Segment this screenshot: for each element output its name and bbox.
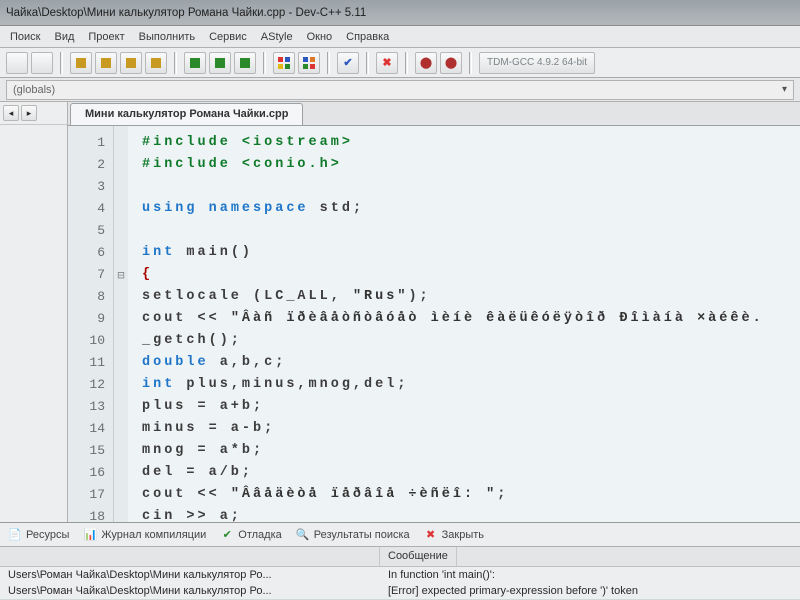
window-title: Чайка\Desktop\Мини калькулятор Романа Ча… [6, 7, 366, 19]
bottom-panel: 📄 Ресурсы 📊 Журнал компиляции ✔ Отладка … [0, 522, 800, 599]
code-area[interactable]: 123456789101112131415161718 ⊟ #include <… [68, 126, 800, 522]
panel-tab-compile-log[interactable]: 📊 Журнал компиляции [83, 528, 206, 542]
toolbar-sep [366, 52, 369, 74]
scope-combo[interactable]: (globals) ▾ [6, 80, 794, 100]
grid2-icon[interactable] [298, 52, 320, 74]
close-tab-icon: ✖ [424, 528, 438, 542]
message-row[interactable]: Users\Роман Чайка\Desktop\Мини калькулят… [0, 583, 800, 599]
toolbar-sep [60, 52, 63, 74]
panel-tab-debug[interactable]: ✔ Отладка [220, 528, 281, 542]
toolbar-sep [469, 52, 472, 74]
toolbar-sep [263, 52, 266, 74]
msg-file: Users\Роман Чайка\Desktop\Мини калькулят… [0, 585, 380, 597]
messages-list: Users\Роман Чайка\Desktop\Мини калькулят… [0, 567, 800, 599]
scope-label: (globals) [13, 84, 55, 96]
messages-header: Сообщение [0, 547, 800, 567]
message-row[interactable]: Users\Роман Чайка\Desktop\Мини калькулят… [0, 567, 800, 583]
file-tab-active[interactable]: Мини калькулятор Романа Чайки.cpp [70, 103, 303, 125]
fold-column: ⊟ [114, 126, 128, 522]
search-icon: 🔍 [296, 528, 310, 542]
msg-text: [Error] expected primary-expression befo… [380, 585, 646, 597]
menu-service[interactable]: Сервис [209, 31, 247, 43]
compile-run-icon[interactable] [120, 52, 142, 74]
toolbar-btn[interactable] [6, 52, 28, 74]
menu-help[interactable]: Справка [346, 31, 389, 43]
msg-text: In function 'int main()': [380, 569, 503, 581]
editor: Мини калькулятор Романа Чайки.cpp 123456… [68, 102, 800, 522]
line-gutter: 123456789101112131415161718 [68, 126, 114, 522]
sidebar: ◂ ▸ [0, 102, 68, 522]
debug-icon[interactable] [184, 52, 206, 74]
col-file [0, 547, 380, 566]
bug-icon[interactable]: ⬤ [415, 52, 437, 74]
toolbar-sep [405, 52, 408, 74]
close-icon[interactable]: ✖ [376, 52, 398, 74]
file-tabs: Мини калькулятор Романа Чайки.cpp [68, 102, 800, 126]
compile-icon[interactable] [70, 52, 92, 74]
log-icon: 📊 [83, 528, 97, 542]
resources-icon: 📄 [8, 528, 22, 542]
toolbar-sep [327, 52, 330, 74]
toolbar-btn[interactable] [31, 52, 53, 74]
window-titlebar: Чайка\Desktop\Мини калькулятор Романа Ча… [0, 0, 800, 26]
compiler-selector[interactable]: TDM-GCC 4.9.2 64-bit [479, 52, 595, 74]
panel-tab-close[interactable]: ✖ Закрыть [424, 528, 484, 542]
run-icon[interactable] [95, 52, 117, 74]
rebuild-icon[interactable] [145, 52, 167, 74]
menu-project[interactable]: Проект [88, 31, 124, 43]
bug2-icon[interactable]: ⬤ [440, 52, 462, 74]
menu-bar: Поиск Вид Проект Выполнить Сервис AStyle… [0, 26, 800, 48]
profile-icon[interactable] [234, 52, 256, 74]
nav-next-icon[interactable]: ▸ [21, 105, 37, 121]
panel-tabs: 📄 Ресурсы 📊 Журнал компиляции ✔ Отладка … [0, 523, 800, 547]
main-area: ◂ ▸ Мини калькулятор Романа Чайки.cpp 12… [0, 102, 800, 522]
menu-astyle[interactable]: AStyle [261, 31, 293, 43]
chevron-down-icon: ▾ [782, 84, 787, 95]
debug-tab-icon: ✔ [220, 528, 234, 542]
scope-row: (globals) ▾ [0, 78, 800, 102]
toolbar-sep [174, 52, 177, 74]
menu-window[interactable]: Окно [307, 31, 333, 43]
panel-tab-resources[interactable]: 📄 Ресурсы [8, 528, 69, 542]
grid-icon[interactable] [273, 52, 295, 74]
toolbar: ✔ ✖ ⬤ ⬤ TDM-GCC 4.9.2 64-bit [0, 48, 800, 78]
panel-tab-search[interactable]: 🔍 Результаты поиска [296, 528, 410, 542]
col-message: Сообщение [380, 547, 457, 566]
menu-view[interactable]: Вид [54, 31, 74, 43]
nav-prev-icon[interactable]: ◂ [3, 105, 19, 121]
code-text[interactable]: #include <iostream> #include <conio.h> u… [128, 126, 800, 522]
menu-search[interactable]: Поиск [10, 31, 40, 43]
msg-file: Users\Роман Чайка\Desktop\Мини калькулят… [0, 569, 380, 581]
check-icon[interactable]: ✔ [337, 52, 359, 74]
menu-run[interactable]: Выполнить [139, 31, 195, 43]
stop-icon[interactable] [209, 52, 231, 74]
